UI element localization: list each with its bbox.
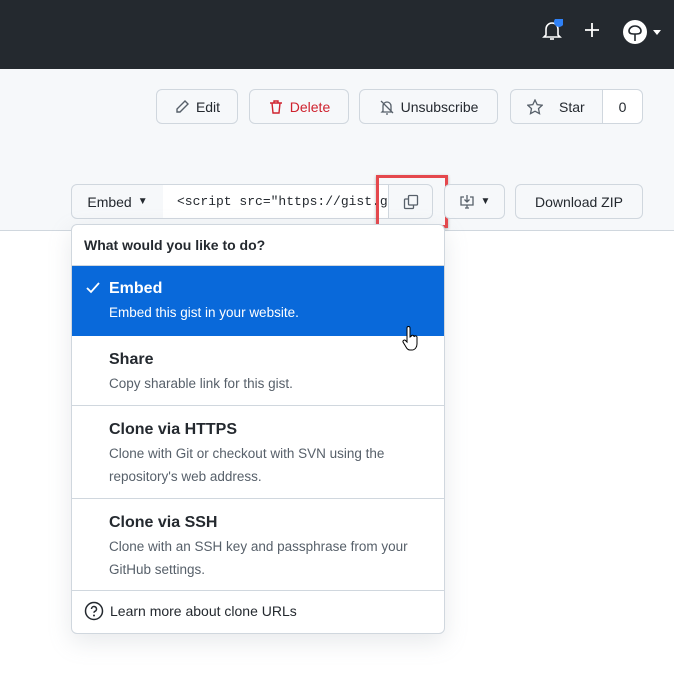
open-desktop-dropdown[interactable]: ▼ [444,184,505,219]
hand-cursor-icon [402,326,420,357]
menu-item-desc: Embed this gist in your website. [109,305,299,320]
caret-down-icon: ▼ [480,196,491,207]
star-label: Star [559,98,585,115]
highlight-box [376,175,448,228]
clone-url-value: <script src="https://gist.github.com/ [177,194,388,209]
star-icon [527,98,543,115]
unsubscribe-button[interactable]: Unsubscribe [359,89,498,124]
learn-more-link[interactable]: Learn more about clone URLs [72,591,444,631]
menu-item-embed[interactable]: Embed Embed this gist in your website. [72,266,444,336]
menu-item-clone-https[interactable]: Clone via HTTPS Clone with Git or checko… [72,406,444,499]
menu-item-title: Embed [109,280,163,297]
delete-label: Delete [289,98,331,115]
menu-item-clone-ssh[interactable]: Clone via SSH Clone with an SSH key and … [72,499,444,591]
download-zip-button[interactable]: Download ZIP [515,184,643,219]
check-icon [86,282,100,294]
edit-label: Edit [195,98,221,115]
plus-icon[interactable] [584,22,600,43]
menu-item-title: Clone via SSH [109,514,218,531]
menu-header: What would you like to do? [72,225,444,266]
clone-url-input[interactable]: <script src="https://gist.github.com/ [163,184,389,219]
menu-item-title: Share [109,351,154,368]
clone-mode-label: Embed [87,193,132,210]
avatar[interactable] [622,18,664,51]
star-count: 0 [602,90,642,123]
menu-item-share[interactable]: Share Copy sharable link for this gist. [72,336,444,406]
question-icon [84,601,104,621]
bell-icon[interactable] [541,17,564,48]
trash-icon [269,99,282,114]
menu-item-title: Clone via HTTPS [109,421,238,438]
clone-mode-dropdown[interactable]: Embed ▼ [71,184,164,219]
menu-item-desc: Clone with an SSH key and passphrase fro… [109,539,408,577]
clone-menu: What would you like to do? Embed Embed t… [71,224,445,634]
unsubscribe-label: Unsubscribe [400,98,479,115]
menu-item-desc: Copy sharable link for this gist. [109,376,293,391]
pencil-icon [176,99,189,113]
star-button[interactable]: Star 0 [510,89,643,124]
bell-slash-icon [380,100,394,115]
download-zip-label: Download ZIP [535,193,623,210]
desktop-download-icon [459,194,474,209]
menu-item-desc: Clone with Git or checkout with SVN usin… [109,446,385,484]
top-header [0,0,674,69]
caret-down-icon: ▼ [137,196,148,207]
delete-button[interactable]: Delete [249,89,349,124]
learn-more-label: Learn more about clone URLs [110,603,297,619]
edit-button[interactable]: Edit [156,89,238,124]
